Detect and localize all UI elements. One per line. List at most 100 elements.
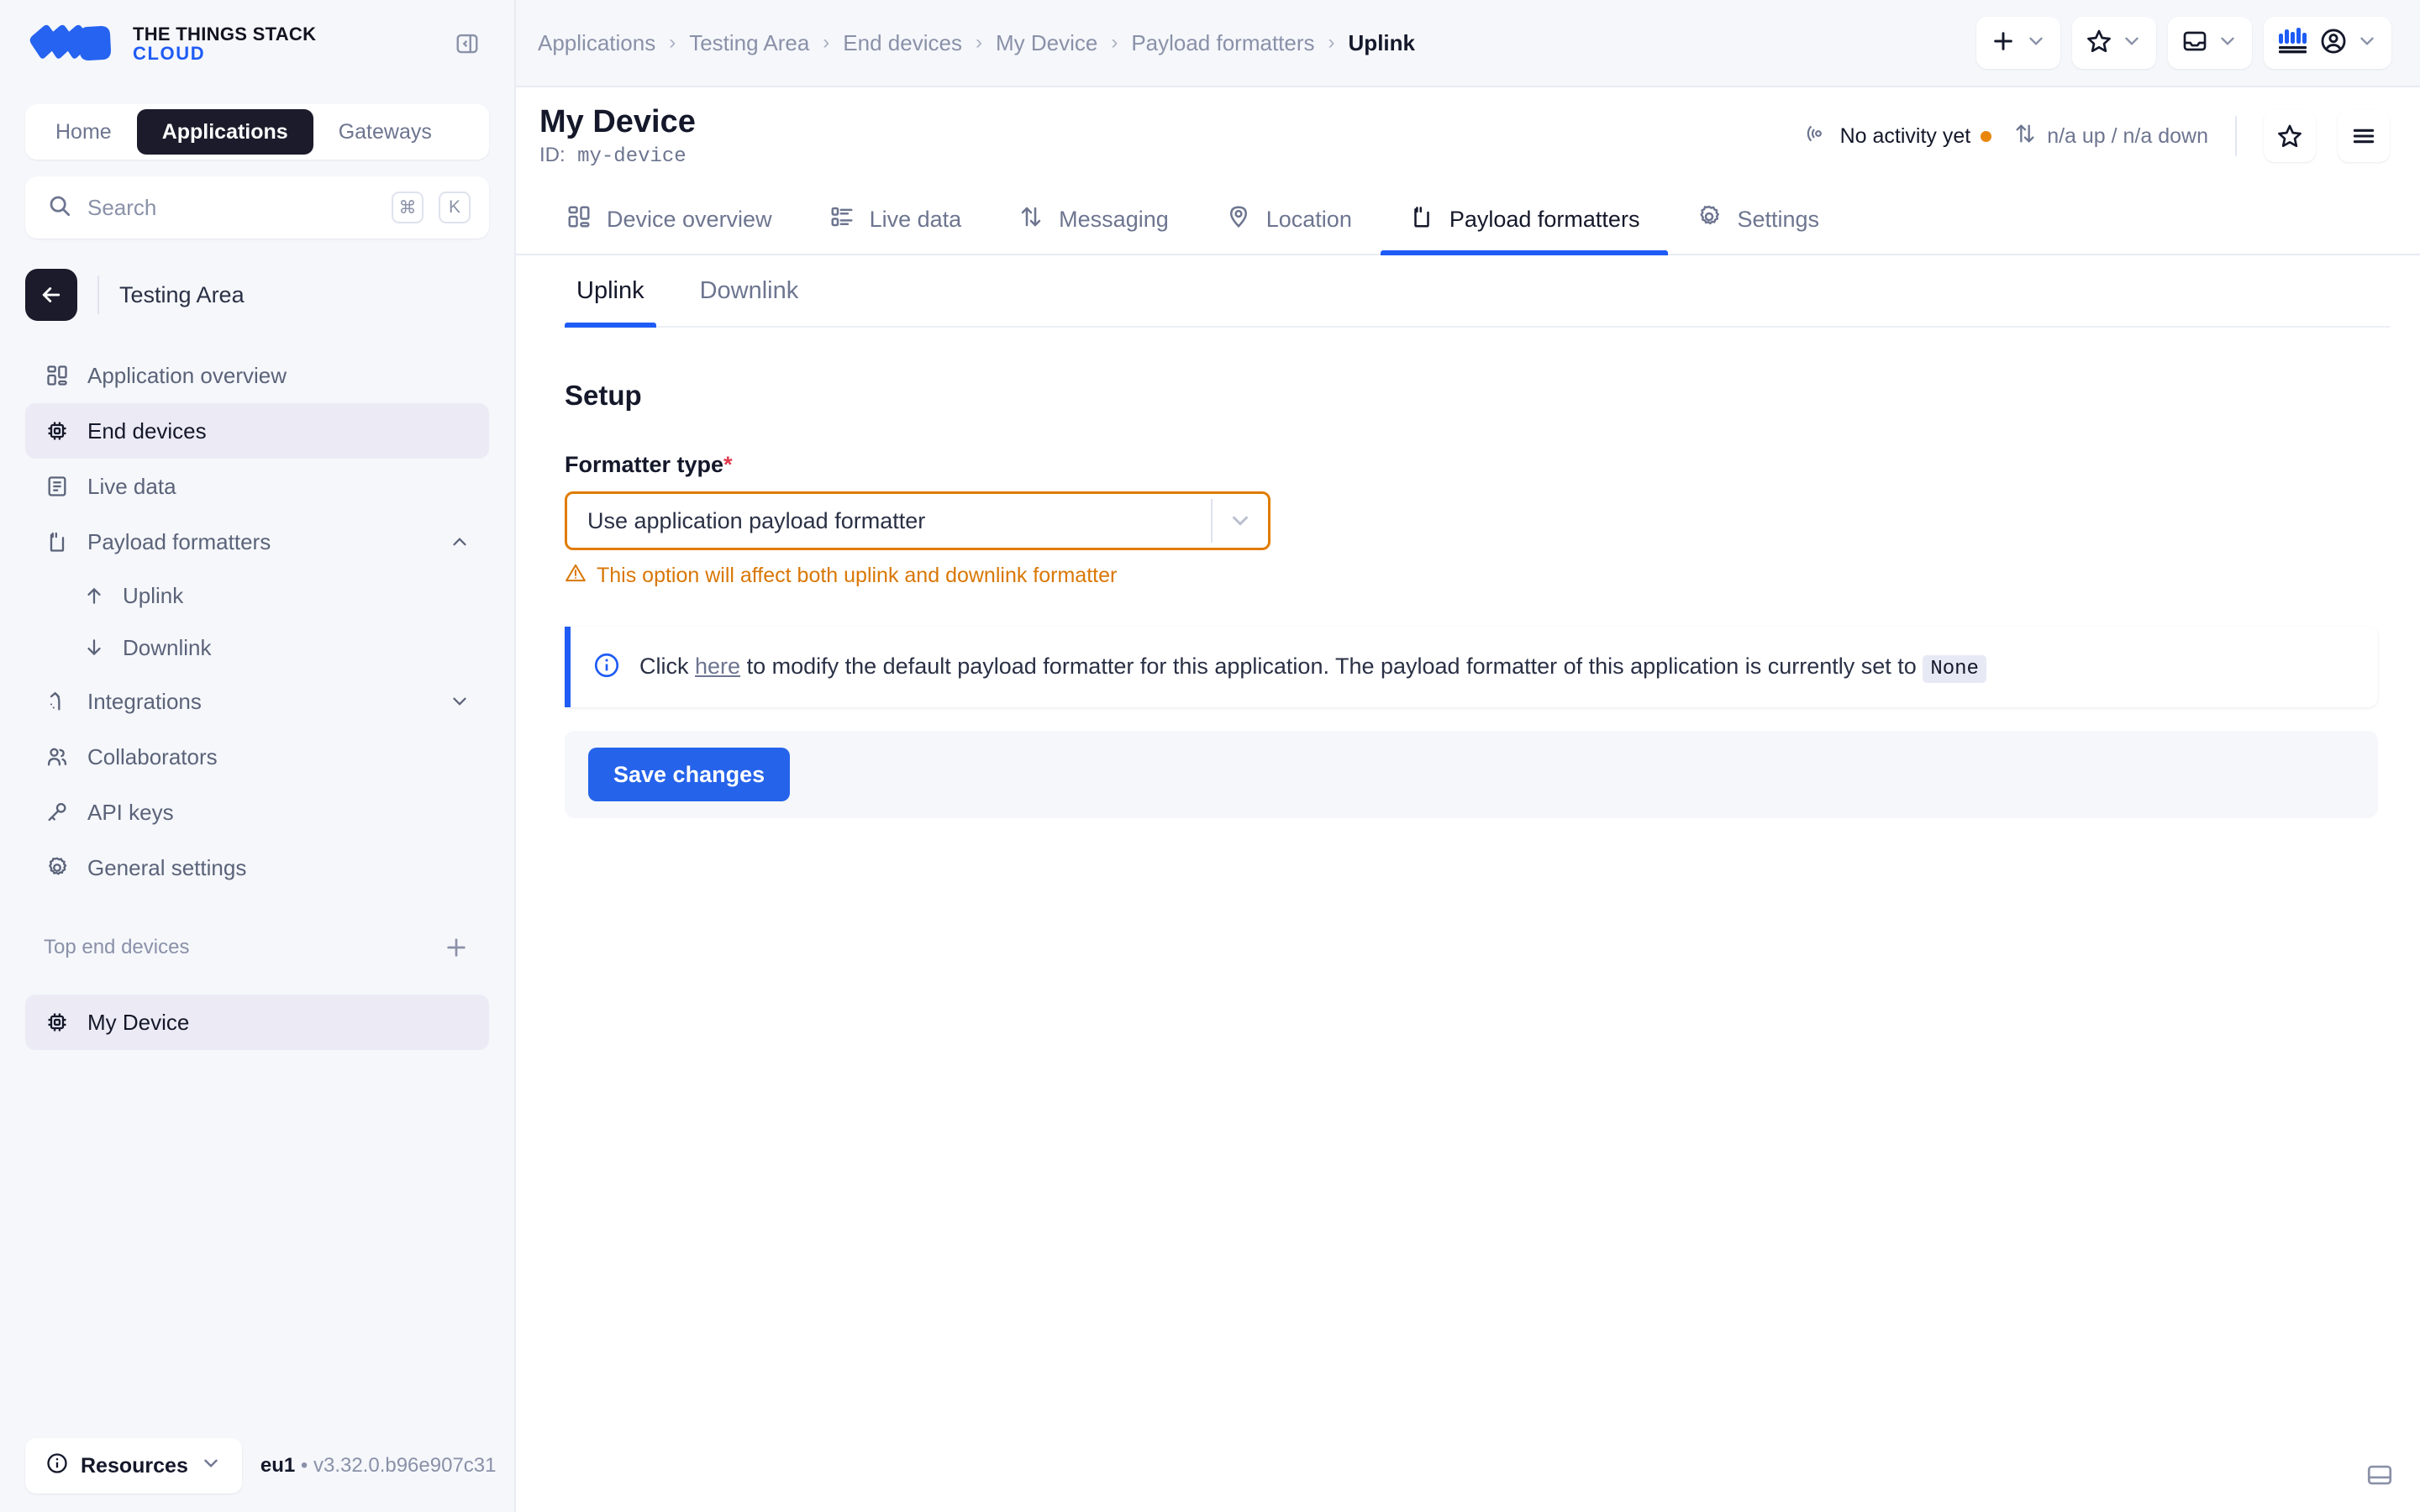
arrow-up-icon xyxy=(81,582,108,609)
tab-live-data[interactable]: Live data xyxy=(801,185,991,254)
sidebar-item-payload-formatters[interactable]: Payload formatters xyxy=(25,514,489,570)
app-root: THE THINGS STACK CLOUD Home Applications… xyxy=(0,0,2420,1512)
top-bar: Applications › Testing Area › End device… xyxy=(516,0,2420,87)
tab-location[interactable]: Location xyxy=(1197,185,1381,254)
profile-button[interactable] xyxy=(2264,17,2391,69)
sidebar-device-my-device[interactable]: My Device xyxy=(25,995,489,1050)
search-box[interactable]: ⌘ K xyxy=(25,176,489,239)
notice-lead: Click xyxy=(639,654,689,679)
chevron-down-icon[interactable] xyxy=(1213,508,1268,533)
content-area: Uplink Downlink Setup Formatter type* Us… xyxy=(516,255,2420,1512)
users-icon xyxy=(44,743,71,770)
chevron-down-icon xyxy=(2356,30,2378,56)
top-end-devices-header: Top end devices xyxy=(44,927,471,968)
sidebar-nav: Application overview End devices xyxy=(0,348,514,895)
chevron-down-icon xyxy=(2217,30,2238,56)
bookmarks-button[interactable] xyxy=(2072,17,2156,69)
sidebar-subitem-downlink[interactable]: Downlink xyxy=(25,622,489,674)
formatter-type-field: Formatter type* Use application payload … xyxy=(565,452,2390,590)
tab-messaging[interactable]: Messaging xyxy=(990,185,1197,254)
segment-gateways[interactable]: Gateways xyxy=(313,109,457,155)
brand-text: THE THINGS STACK CLOUD xyxy=(133,24,316,63)
page-title: My Device xyxy=(539,104,696,141)
breadcrumb-applications[interactable]: Applications xyxy=(538,30,655,56)
tab-label: Payload formatters xyxy=(1449,207,1640,233)
plus-icon xyxy=(1990,28,2017,59)
info-circle-icon xyxy=(592,651,621,684)
search-input[interactable] xyxy=(87,195,376,221)
breadcrumb: Applications › Testing Area › End device… xyxy=(538,30,1965,56)
breadcrumb-end-devices[interactable]: End devices xyxy=(843,30,962,56)
add-device-icon[interactable] xyxy=(442,933,471,962)
device-header: My Device ID: my-device No activity yet xyxy=(516,87,2420,185)
context-name: Testing Area xyxy=(119,282,245,308)
subtab-downlink[interactable]: Downlink xyxy=(688,255,811,326)
shortcut-k-key: K xyxy=(439,192,471,223)
device-id-value: my-device xyxy=(577,145,687,168)
sidebar-item-integrations[interactable]: Integrations xyxy=(25,674,489,729)
segment-applications[interactable]: Applications xyxy=(137,109,313,155)
up-down-arrows-icon xyxy=(1018,204,1044,235)
sidebar-item-general-settings[interactable]: General settings xyxy=(25,840,489,895)
device-menu-button[interactable] xyxy=(2338,110,2390,162)
grid-icon xyxy=(44,362,71,389)
scope-switcher: Home Applications Gateways xyxy=(25,104,489,160)
tab-label: Device overview xyxy=(607,207,772,233)
chevron-down-icon xyxy=(200,1452,222,1480)
notice-text: Click here to modify the default payload… xyxy=(639,650,1986,685)
list-doc-icon xyxy=(829,204,855,235)
chip-icon xyxy=(44,1009,71,1036)
chevron-up-icon[interactable] xyxy=(449,531,471,553)
segment-home[interactable]: Home xyxy=(30,109,137,155)
default-formatter-notice: Click here to modify the default payload… xyxy=(565,627,2378,707)
star-icon xyxy=(2086,28,2112,59)
avatar-icon xyxy=(2319,27,2348,60)
sidebar-item-label: Integrations xyxy=(87,689,432,715)
chevron-down-icon[interactable] xyxy=(449,690,471,712)
current-formatter-badge: None xyxy=(1923,655,1986,683)
sidebar-item-label: End devices xyxy=(87,418,471,444)
field-label-text: Formatter type xyxy=(565,452,723,477)
tab-label: Live data xyxy=(870,207,962,233)
save-changes-button[interactable]: Save changes xyxy=(588,748,790,801)
sidebar-item-collaborators[interactable]: Collaborators xyxy=(25,729,489,785)
broadcast-icon xyxy=(1807,122,1830,151)
chevron-down-icon xyxy=(2025,30,2047,56)
traffic-status: n/a up / n/a down xyxy=(2013,122,2208,151)
sidebar-item-api-keys[interactable]: API keys xyxy=(25,785,489,840)
add-button[interactable] xyxy=(1976,17,2060,69)
setup-heading: Setup xyxy=(565,380,2390,412)
subtab-uplink[interactable]: Uplink xyxy=(565,255,656,326)
chevron-down-icon xyxy=(2121,30,2143,56)
sidebar: THE THINGS STACK CLOUD Home Applications… xyxy=(0,0,516,1512)
sidebar-item-end-devices[interactable]: End devices xyxy=(25,403,489,459)
breadcrumb-testing-area[interactable]: Testing Area xyxy=(689,30,809,56)
notice-link-here[interactable]: here xyxy=(695,654,740,679)
formatter-type-select[interactable]: Use application payload formatter xyxy=(565,491,1270,550)
breadcrumb-payload-formatters[interactable]: Payload formatters xyxy=(1131,30,1314,56)
tab-settings[interactable]: Settings xyxy=(1668,185,1848,254)
back-button[interactable] xyxy=(25,269,77,321)
top-end-devices-list: My Device xyxy=(0,995,514,1050)
sidebar-item-label: Payload formatters xyxy=(87,529,432,555)
device-meta: No activity yet n/a up / n/a down xyxy=(1807,110,2390,162)
up-down-arrows-icon xyxy=(2013,122,2037,151)
resources-button[interactable]: Resources xyxy=(25,1438,242,1494)
arrow-down-icon xyxy=(81,634,108,661)
sidebar-subitem-uplink[interactable]: Uplink xyxy=(25,570,489,622)
sidebar-item-label: Live data xyxy=(87,474,471,500)
notifications-button[interactable] xyxy=(2168,17,2252,69)
tab-label: Settings xyxy=(1737,207,1819,233)
collapse-sidebar-icon[interactable] xyxy=(449,25,486,62)
breadcrumb-my-device[interactable]: My Device xyxy=(996,30,1097,56)
bookmark-device-button[interactable] xyxy=(2264,110,2316,162)
gear-icon xyxy=(1697,204,1722,235)
sidebar-item-live-data[interactable]: Live data xyxy=(25,459,489,514)
tab-payload-formatters[interactable]: Payload formatters xyxy=(1381,185,1669,254)
brand-line2: CLOUD xyxy=(133,44,316,63)
device-tabs: Device overview Live data xyxy=(516,185,2420,255)
panel-right-icon[interactable] xyxy=(2356,1452,2403,1499)
sidebar-item-application-overview[interactable]: Application overview xyxy=(25,348,489,403)
tab-device-overview[interactable]: Device overview xyxy=(538,185,801,254)
brand-line1: THE THINGS STACK xyxy=(133,24,316,44)
